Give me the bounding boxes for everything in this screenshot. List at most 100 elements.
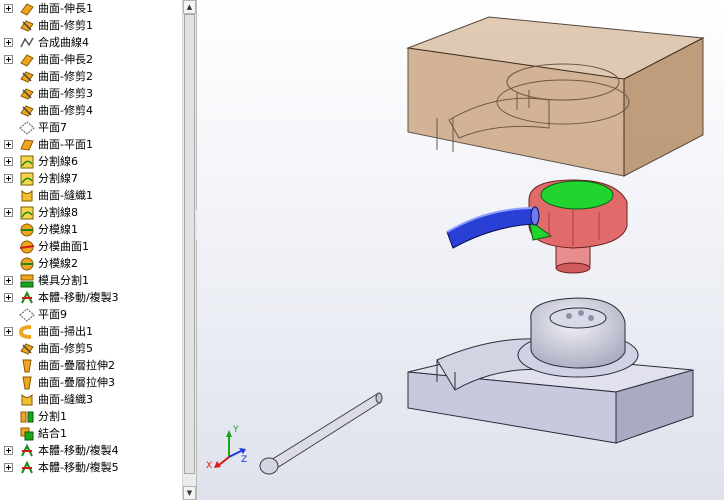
runner-rod[interactable] — [259, 392, 383, 475]
tree-item-label: 曲面-縫織1 — [38, 189, 93, 202]
surface-trim-icon — [19, 103, 35, 119]
tree-item-label: 結合1 — [38, 427, 67, 440]
knit-surface-icon — [19, 392, 35, 408]
expand-toggle-icon[interactable] — [4, 208, 13, 217]
tree-item[interactable]: 曲面-伸長1 — [0, 0, 182, 17]
tree-item-label: 分割線6 — [38, 155, 78, 168]
tree-item[interactable]: 本體-移動/複製5 — [0, 459, 182, 476]
tree-item[interactable]: 曲面-修剪3 — [0, 85, 182, 102]
tree-item-label: 分割線7 — [38, 172, 78, 185]
tree-item-label: 分模線1 — [38, 223, 78, 236]
expand-toggle-icon[interactable] — [4, 327, 13, 336]
tree-item-label: 曲面-疊層拉伸2 — [38, 359, 115, 372]
tooling-split-icon — [19, 273, 35, 289]
triad-y-label: Y — [232, 425, 239, 435]
tree-item[interactable]: 本體-移動/複製4 — [0, 442, 182, 459]
tree-item-label: 平面7 — [38, 121, 67, 134]
tree-item[interactable]: 曲面-伸長2 — [0, 51, 182, 68]
tree-scrollbar[interactable]: ▲ ▼ — [182, 0, 196, 500]
tree-item[interactable]: 曲面-掃出1 — [0, 323, 182, 340]
move-copy-body-icon — [19, 443, 35, 459]
graphics-viewport[interactable]: Y Z X — [197, 0, 724, 500]
expand-toggle-icon[interactable] — [4, 140, 13, 149]
tree-item-label: 曲面-平面1 — [38, 138, 93, 151]
tree-item[interactable]: 曲面-修剪5 — [0, 340, 182, 357]
parting-line-icon — [19, 256, 35, 272]
composite-curve-icon — [19, 35, 35, 51]
tree-item[interactable]: 分割線6 — [0, 153, 182, 170]
tree-item-label: 分割1 — [38, 410, 67, 423]
tree-item[interactable]: 曲面-修剪4 — [0, 102, 182, 119]
tree-item[interactable]: 模具分割1 — [0, 272, 182, 289]
expand-toggle-icon[interactable] — [4, 446, 13, 455]
scroll-thumb[interactable] — [184, 14, 195, 474]
expand-toggle-icon[interactable] — [4, 293, 13, 302]
tree-item-label: 分割線8 — [38, 206, 78, 219]
tree-item[interactable]: 曲面-修剪2 — [0, 68, 182, 85]
split-icon — [19, 409, 35, 425]
tree-item[interactable]: 本體-移動/複製3 — [0, 289, 182, 306]
tree-item-label: 曲面-修剪4 — [38, 104, 93, 117]
tree-item[interactable]: 分模線2 — [0, 255, 182, 272]
tree-item[interactable]: 曲面-疊層拉伸3 — [0, 374, 182, 391]
tree-item[interactable]: 曲面-疊層拉伸2 — [0, 357, 182, 374]
expand-toggle-icon[interactable] — [4, 174, 13, 183]
tree-item-label: 曲面-修剪3 — [38, 87, 93, 100]
scroll-down-button[interactable]: ▼ — [183, 486, 196, 500]
tree-item-label: 曲面-縫織3 — [38, 393, 93, 406]
expand-toggle-icon[interactable] — [4, 38, 13, 47]
scroll-up-button[interactable]: ▲ — [183, 0, 196, 14]
expand-toggle-icon[interactable] — [4, 276, 13, 285]
tree-item[interactable]: 曲面-修剪1 — [0, 17, 182, 34]
surface-trim-icon — [19, 18, 35, 34]
expand-toggle-icon[interactable] — [4, 463, 13, 472]
knit-surface-icon — [19, 188, 35, 204]
move-copy-body-icon — [19, 290, 35, 306]
tree-item-label: 曲面-修剪1 — [38, 19, 93, 32]
tree-item[interactable]: 曲面-平面1 — [0, 136, 182, 153]
expand-toggle-icon[interactable] — [4, 4, 13, 13]
parting-surface-icon — [19, 239, 35, 255]
feature-manager-tree: 曲面-伸長1 曲面-修剪1 合成曲線4 曲面-伸長2 曲面-修剪2 曲面-修剪3 曲面-修剪… — [0, 0, 197, 500]
core-block[interactable] — [407, 297, 694, 444]
tree-item-label: 模具分割1 — [38, 274, 89, 287]
runner-part[interactable] — [446, 206, 540, 249]
move-copy-body-icon — [19, 460, 35, 476]
plane-icon — [19, 120, 35, 136]
cavity-block[interactable] — [406, 16, 705, 177]
tree-item[interactable]: 分模線1 — [0, 221, 182, 238]
tree-item-label: 平面9 — [38, 308, 67, 321]
plane-icon — [19, 307, 35, 323]
tree-item-label: 本體-移動/複製4 — [38, 444, 119, 457]
split-line-icon — [19, 154, 35, 170]
tree-item-label: 分模線2 — [38, 257, 78, 270]
reference-triad: Y Z X — [206, 425, 247, 471]
tree-item-label: 曲面-伸長1 — [38, 2, 93, 15]
surface-trim-icon — [19, 86, 35, 102]
tree-item[interactable]: 平面9 — [0, 306, 182, 323]
expand-toggle-icon[interactable] — [4, 157, 13, 166]
tree-item[interactable]: 平面7 — [0, 119, 182, 136]
triad-z-label: Z — [241, 455, 247, 465]
surface-extrude-icon — [19, 1, 35, 17]
tree-item[interactable]: 結合1 — [0, 425, 182, 442]
tree-item-label: 曲面-掃出1 — [38, 325, 93, 338]
parting-line-icon — [19, 222, 35, 238]
triad-x-label: X — [206, 461, 212, 471]
tree-item-label: 曲面-修剪2 — [38, 70, 93, 83]
planar-surface-icon — [19, 137, 35, 153]
tree-item[interactable]: 分割線7 — [0, 170, 182, 187]
model-scene: Y Z X — [206, 16, 705, 475]
tree-item[interactable]: 曲面-縫織1 — [0, 187, 182, 204]
tree-item[interactable]: 合成曲線4 — [0, 34, 182, 51]
tree-item[interactable]: 分割線8 — [0, 204, 182, 221]
tree-item[interactable]: 分割1 — [0, 408, 182, 425]
expand-toggle-icon[interactable] — [4, 55, 13, 64]
surface-extrude-icon — [19, 52, 35, 68]
tree-item-label: 分模曲面1 — [38, 240, 89, 253]
tree-item[interactable]: 分模曲面1 — [0, 238, 182, 255]
combine-icon — [19, 426, 35, 442]
surface-sweep-icon — [19, 324, 35, 340]
insert-part[interactable] — [528, 179, 628, 274]
tree-item[interactable]: 曲面-縫織3 — [0, 391, 182, 408]
